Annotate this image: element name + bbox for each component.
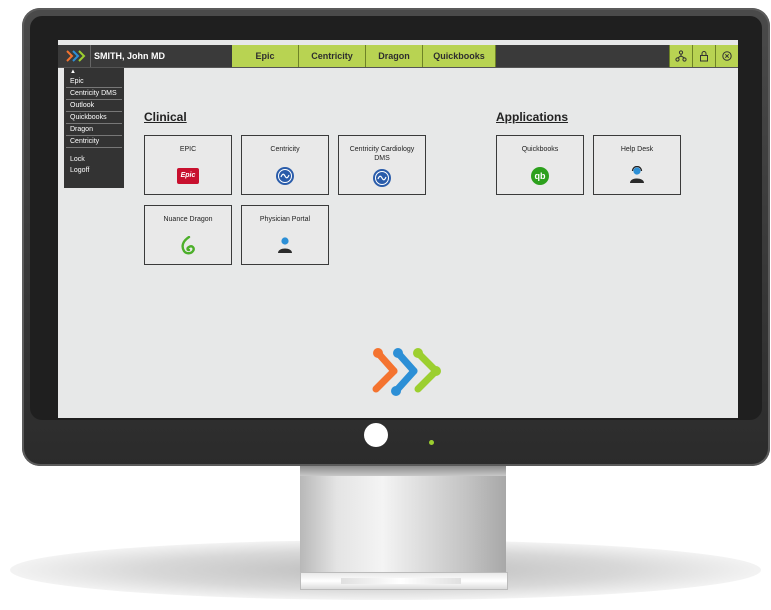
tile-centricity[interactable]: Centricity [241, 135, 329, 195]
close-button[interactable] [715, 45, 738, 67]
caret-up-icon: ▲ [70, 69, 76, 75]
ge-logo-icon [373, 169, 391, 187]
lock-icon [700, 51, 708, 62]
ge-logo-icon [276, 167, 294, 185]
tile-physician-portal[interactable]: Physician Portal [241, 205, 329, 265]
menu-item-quickbooks[interactable]: Quickbooks [66, 112, 122, 124]
tab-quickbooks[interactable]: Quickbooks [423, 45, 496, 67]
menu-item-epic[interactable]: Epic [66, 76, 122, 88]
menu-item-lock[interactable]: Lock [66, 154, 122, 165]
brand-chevrons-icon [66, 50, 86, 62]
monitor-base [300, 572, 508, 590]
network-button[interactable] [669, 45, 692, 67]
menu-item-centricity[interactable]: Centricity [66, 136, 122, 148]
tile-label: Physician Portal [259, 216, 311, 223]
power-button[interactable] [364, 423, 388, 447]
tab-epic[interactable]: Epic [232, 45, 299, 67]
helpdesk-person-icon [630, 166, 644, 183]
user-name: SMITH, John MD [94, 51, 165, 61]
section-title-applications: Applications [496, 110, 569, 124]
tile-label: Quickbooks [521, 146, 559, 153]
tab-dragon[interactable]: Dragon [366, 45, 423, 67]
tab-centricity[interactable]: Centricity [299, 45, 366, 67]
epic-logo-icon: Epic [177, 168, 199, 184]
menu-item-logoff[interactable]: Logoff [66, 165, 122, 176]
desktop-screen: SMITH, John MD Epic Centricity Dragon Qu… [58, 40, 738, 418]
tile-epic[interactable]: EPIC Epic [144, 135, 232, 195]
tile-nuance-dragon[interactable]: Nuance Dragon [144, 205, 232, 265]
close-icon [722, 51, 732, 61]
tile-help-desk[interactable]: Help Desk [593, 135, 681, 195]
quickbooks-logo-icon: qb [531, 167, 549, 185]
menu-item-dragon[interactable]: Dragon [66, 124, 122, 136]
app-menu-button[interactable] [62, 45, 91, 67]
menu-item-outlook[interactable]: Outlook [66, 100, 122, 112]
tile-label: Help Desk [620, 146, 654, 153]
status-led-green [429, 440, 434, 445]
menu-item-centricity-dms[interactable]: Centricity DMS [66, 88, 122, 100]
lock-button[interactable] [692, 45, 715, 67]
section-title-clinical: Clinical [144, 110, 187, 124]
app-tabs: Epic Centricity Dragon Quickbooks [232, 45, 496, 67]
brand-logo-orange-chevron [372, 348, 398, 393]
brand-logo [372, 348, 441, 396]
tile-quickbooks[interactable]: Quickbooks qb [496, 135, 584, 195]
tile-label: Nuance Dragon [163, 216, 213, 223]
network-icon [675, 50, 687, 62]
top-bar: SMITH, John MD Epic Centricity Dragon Qu… [58, 45, 738, 68]
tile-centricity-cardiology-dms[interactable]: Centricity Cardiology DMS [338, 135, 426, 195]
portal-person-icon [278, 237, 292, 253]
monitor-stand [300, 466, 506, 586]
app-dropdown-menu: ▲ Epic Centricity DMS Outlook Quickbooks… [64, 68, 124, 188]
tile-label: Centricity [270, 146, 300, 153]
brand-logo-green-chevron [413, 348, 441, 393]
top-right-icons [669, 45, 738, 67]
tile-label: EPIC [179, 146, 197, 153]
dragon-logo-icon [181, 236, 195, 255]
tile-label: Centricity Cardiology DMS [349, 146, 415, 162]
